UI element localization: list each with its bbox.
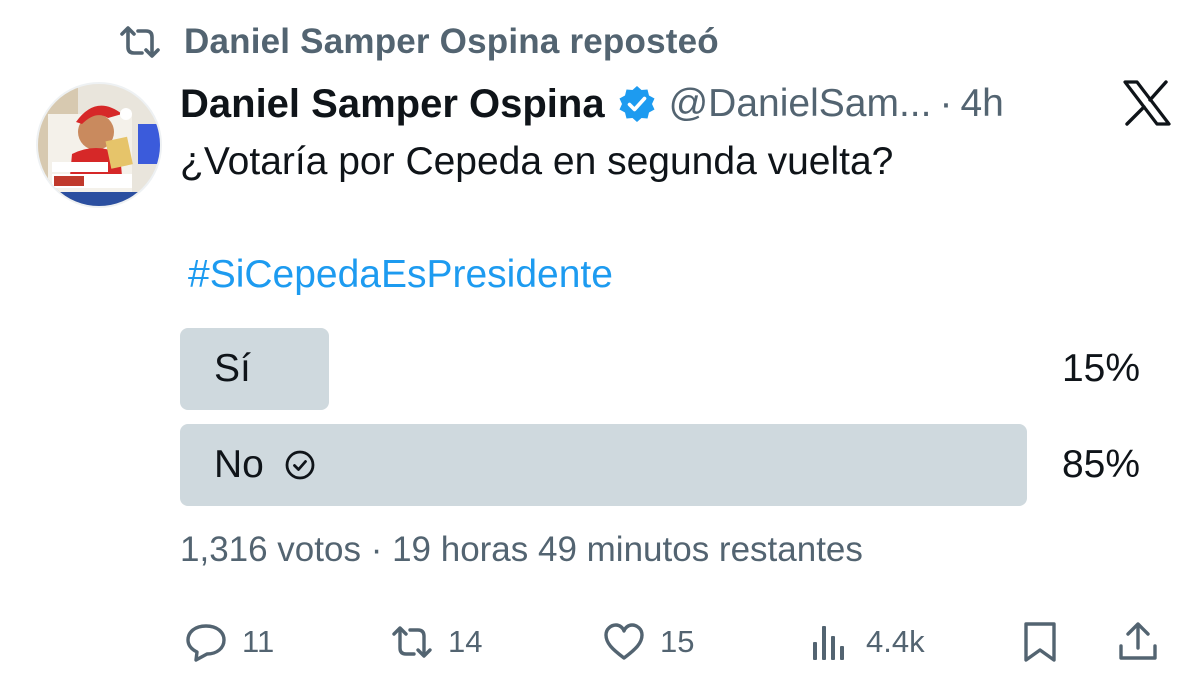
poll-result-bar (180, 328, 329, 410)
poll-option-text: Sí (214, 347, 251, 390)
views-button[interactable]: 4.4k (808, 612, 925, 672)
poll-option-no[interactable]: No 85% (180, 424, 1146, 506)
poll-option-text: No (214, 443, 264, 486)
reply-count: 11 (242, 624, 275, 659)
reply-icon (186, 624, 226, 662)
views-count: 4.4k (866, 624, 925, 659)
repost-label: Daniel Samper Ospina reposteó (184, 22, 719, 61)
action-bar: 11 14 15 4.4k (0, 612, 1200, 672)
repost-icon (392, 626, 432, 658)
like-button[interactable]: 15 (602, 612, 694, 672)
repost-count: 14 (448, 624, 483, 659)
poll-option-label: Sí (214, 328, 251, 410)
avatar[interactable] (36, 82, 162, 208)
share-icon (1119, 622, 1157, 660)
poll-meta: 1,316 votos · 19 horas 49 minutos restan… (180, 530, 863, 569)
like-count: 15 (660, 624, 695, 659)
separator-dot: · (939, 82, 953, 125)
tweet-text: ¿Votaría por Cepeda en segunda vuelta? (180, 140, 894, 183)
repost-indicator[interactable]: Daniel Samper Ospina reposteó (118, 22, 719, 62)
author-name[interactable]: Daniel Samper Ospina (180, 82, 605, 127)
check-circle-icon (285, 450, 315, 480)
poll-option-percent: 15% (1061, 347, 1140, 390)
reply-button[interactable]: 11 (184, 612, 274, 672)
share-button[interactable] (1116, 612, 1160, 672)
poll-option-percent: 85% (1061, 443, 1140, 486)
poll-option-label: No (214, 424, 316, 506)
analytics-icon (813, 626, 844, 660)
heart-icon (604, 623, 644, 660)
tweet-time[interactable]: 4h (960, 82, 1003, 126)
author-handle[interactable]: @DanielSam... (669, 82, 932, 126)
poll-option-si[interactable]: Sí 15% (180, 328, 1146, 410)
verified-badge-icon[interactable] (617, 84, 657, 124)
hashtag-link[interactable]: #SiCepedaEsPresidente (188, 253, 613, 297)
repost-button[interactable]: 14 (390, 612, 482, 672)
repost-icon (120, 26, 160, 58)
bookmark-button[interactable] (1018, 612, 1062, 672)
x-logo-icon (1123, 80, 1171, 126)
tweet-header: Daniel Samper Ospina @DanielSam... · 4h (180, 78, 1004, 130)
bookmark-icon (1024, 622, 1056, 662)
